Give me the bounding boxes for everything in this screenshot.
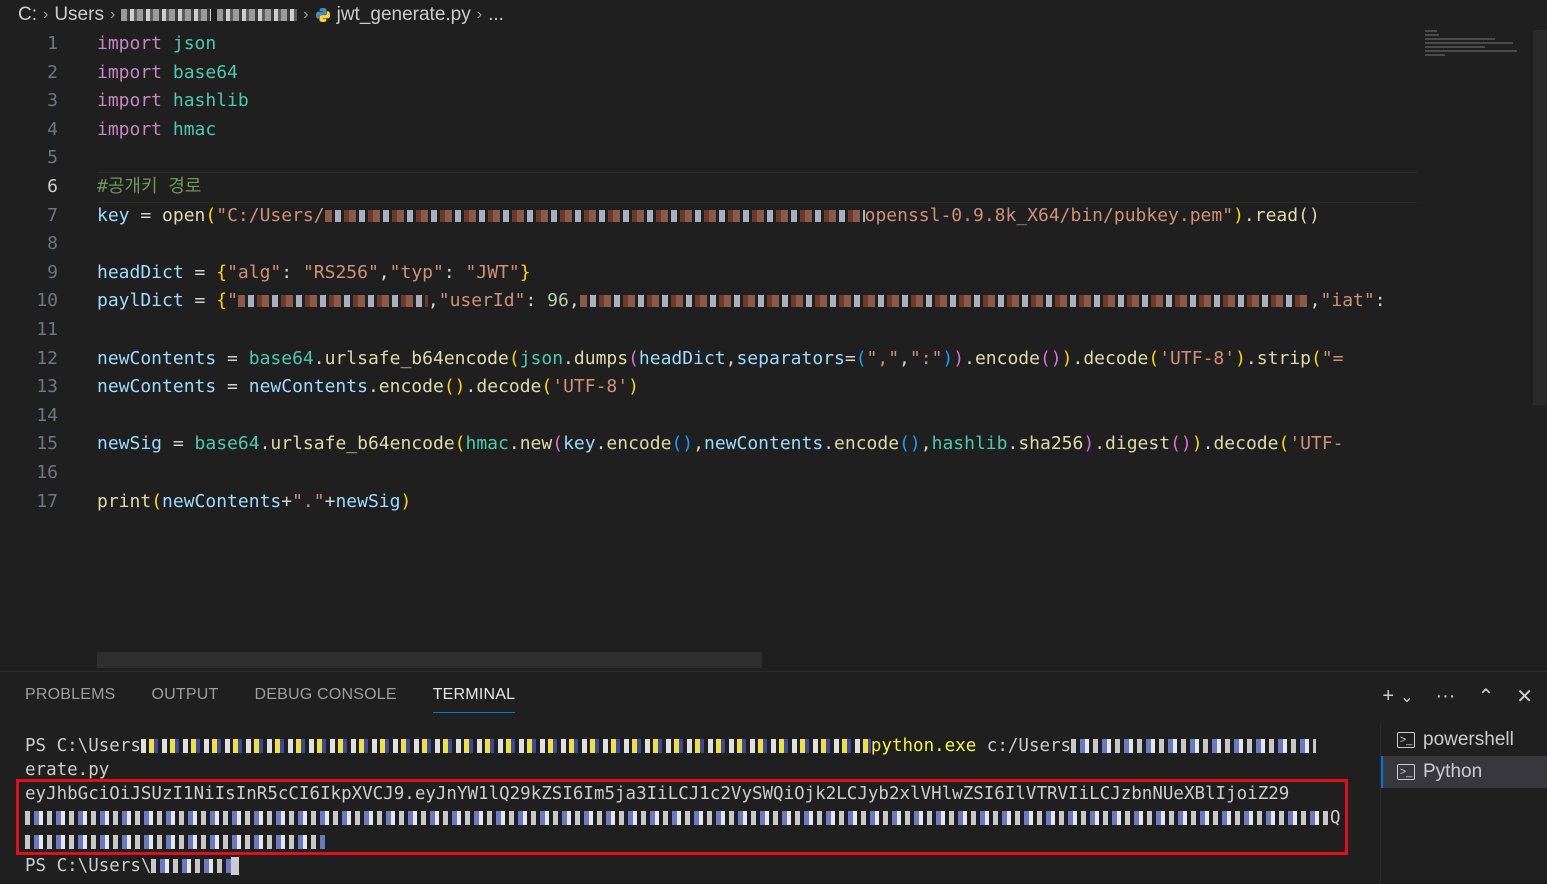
breadcrumb: C: › Users › › jwt_generate.py › ... — [0, 0, 1547, 30]
tab-terminal[interactable]: TERMINAL — [432, 686, 516, 713]
code-line[interactable]: paylDict = {" ,"userId": 96, ,"iat": — [97, 287, 1417, 316]
line-number: 11 — [36, 318, 58, 340]
line-number: 10 — [36, 290, 58, 312]
tab-debug-console[interactable]: DEBUG CONSOLE — [255, 686, 397, 713]
code-line-current[interactable]: #공개키 경로 — [97, 171, 1417, 203]
line-number: 17 — [36, 490, 58, 512]
code-line[interactable]: newContents = newContents.encode().decod… — [97, 373, 1417, 402]
line-number: 2 — [47, 61, 58, 83]
terminal-list: >_ powershell >_ Python — [1380, 724, 1547, 884]
breadcrumb-drive[interactable]: C: — [18, 4, 37, 26]
code-line[interactable]: import base64 — [97, 59, 1417, 88]
code-line[interactable] — [97, 402, 1417, 431]
redacted-folder — [217, 9, 298, 21]
chevron-right-icon: › — [43, 6, 49, 23]
chevron-right-icon: › — [109, 6, 116, 23]
redacted-payload — [579, 295, 1310, 308]
terminal-icon: >_ — [1397, 764, 1415, 780]
line-number: 4 — [47, 118, 58, 140]
code-line[interactable] — [97, 459, 1417, 488]
line-number: 16 — [36, 461, 58, 483]
panel-tabs: PROBLEMS OUTPUT DEBUG CONSOLE TERMINAL — [25, 686, 516, 713]
breadcrumb-users[interactable]: Users — [54, 4, 104, 26]
code-line[interactable]: import hmac — [97, 116, 1417, 145]
code-line[interactable]: newSig = base64.urlsafe_b64encode(hmac.n… — [97, 430, 1417, 459]
line-number: 3 — [47, 90, 58, 112]
terminal-icon: >_ — [1397, 732, 1415, 748]
code-line[interactable]: newContents = base64.urlsafe_b64encode(j… — [97, 345, 1417, 374]
line-number: 7 — [47, 204, 58, 226]
tab-output[interactable]: OUTPUT — [152, 686, 219, 713]
maximize-panel-icon[interactable]: ⌃ — [1477, 684, 1494, 709]
breadcrumb-more[interactable]: ... — [488, 4, 504, 26]
code-line[interactable]: print(newContents+"."+newSig) — [97, 488, 1417, 517]
line-number-active: 6 — [47, 175, 58, 197]
line-number-gutter: 1 2 3 4 5 6 7 8 9 10 11 12 13 14 15 16 1… — [0, 30, 70, 516]
redacted-folder — [121, 9, 212, 21]
chevron-down-icon[interactable]: ⌄ — [1400, 687, 1413, 707]
chevron-right-icon: › — [303, 6, 309, 23]
code-line[interactable] — [97, 230, 1417, 259]
chevron-right-icon: › — [476, 6, 483, 23]
output-highlight-box — [16, 779, 1348, 855]
line-number: 5 — [47, 147, 58, 169]
code-line[interactable]: import json — [97, 30, 1417, 59]
code-line[interactable]: headDict = {"alg": "RS256","typ": "JWT"} — [97, 259, 1417, 288]
add-terminal-icon[interactable]: + — [1382, 685, 1394, 708]
line-number: 12 — [36, 347, 58, 369]
breadcrumb-file[interactable]: jwt_generate.py — [337, 4, 471, 26]
terminal-prompt: PS C:\Users\ — [25, 854, 1350, 878]
code-editor[interactable]: 1 2 3 4 5 6 7 8 9 10 11 12 13 14 15 16 1… — [0, 30, 1547, 670]
code-line[interactable] — [97, 144, 1417, 173]
line-number: 9 — [47, 261, 58, 283]
line-number: 15 — [36, 433, 58, 455]
python-file-icon — [315, 7, 331, 23]
code-line[interactable] — [97, 316, 1417, 345]
minimap[interactable] — [1425, 30, 1520, 70]
close-panel-icon[interactable]: ✕ — [1516, 684, 1533, 709]
redacted-payload — [237, 295, 428, 308]
tab-problems[interactable]: PROBLEMS — [25, 686, 116, 713]
editor-vertical-scrollbar[interactable] — [1533, 30, 1547, 405]
redacted-path — [1071, 739, 1317, 753]
line-number: 8 — [47, 233, 58, 255]
terminal-cursor — [231, 857, 240, 875]
bottom-panel: PROBLEMS OUTPUT DEBUG CONSOLE TERMINAL +… — [0, 671, 1547, 884]
redacted-path — [151, 859, 232, 873]
more-actions-icon[interactable]: ··· — [1435, 685, 1455, 708]
code-line[interactable]: key = open("C:/Users/openssl-0.9.8k_X64/… — [97, 202, 1417, 231]
editor-horizontal-scrollbar[interactable] — [97, 652, 762, 668]
terminal-item-powershell[interactable]: >_ powershell — [1381, 724, 1547, 756]
line-number: 14 — [36, 404, 58, 426]
line-number: 13 — [36, 376, 58, 398]
terminal-item-python[interactable]: >_ Python — [1381, 756, 1547, 788]
terminal-line: PS C:\Users python.exe c:/Users — [25, 734, 1350, 758]
redacted-path — [324, 209, 865, 222]
code-area[interactable]: import json import base64 import hashlib… — [97, 30, 1417, 516]
line-number: 1 — [47, 33, 58, 54]
panel-actions: + ⌄ ··· ⌃ ✕ — [1382, 684, 1533, 709]
redacted-path — [140, 739, 871, 753]
code-line[interactable]: import hashlib — [97, 87, 1417, 116]
